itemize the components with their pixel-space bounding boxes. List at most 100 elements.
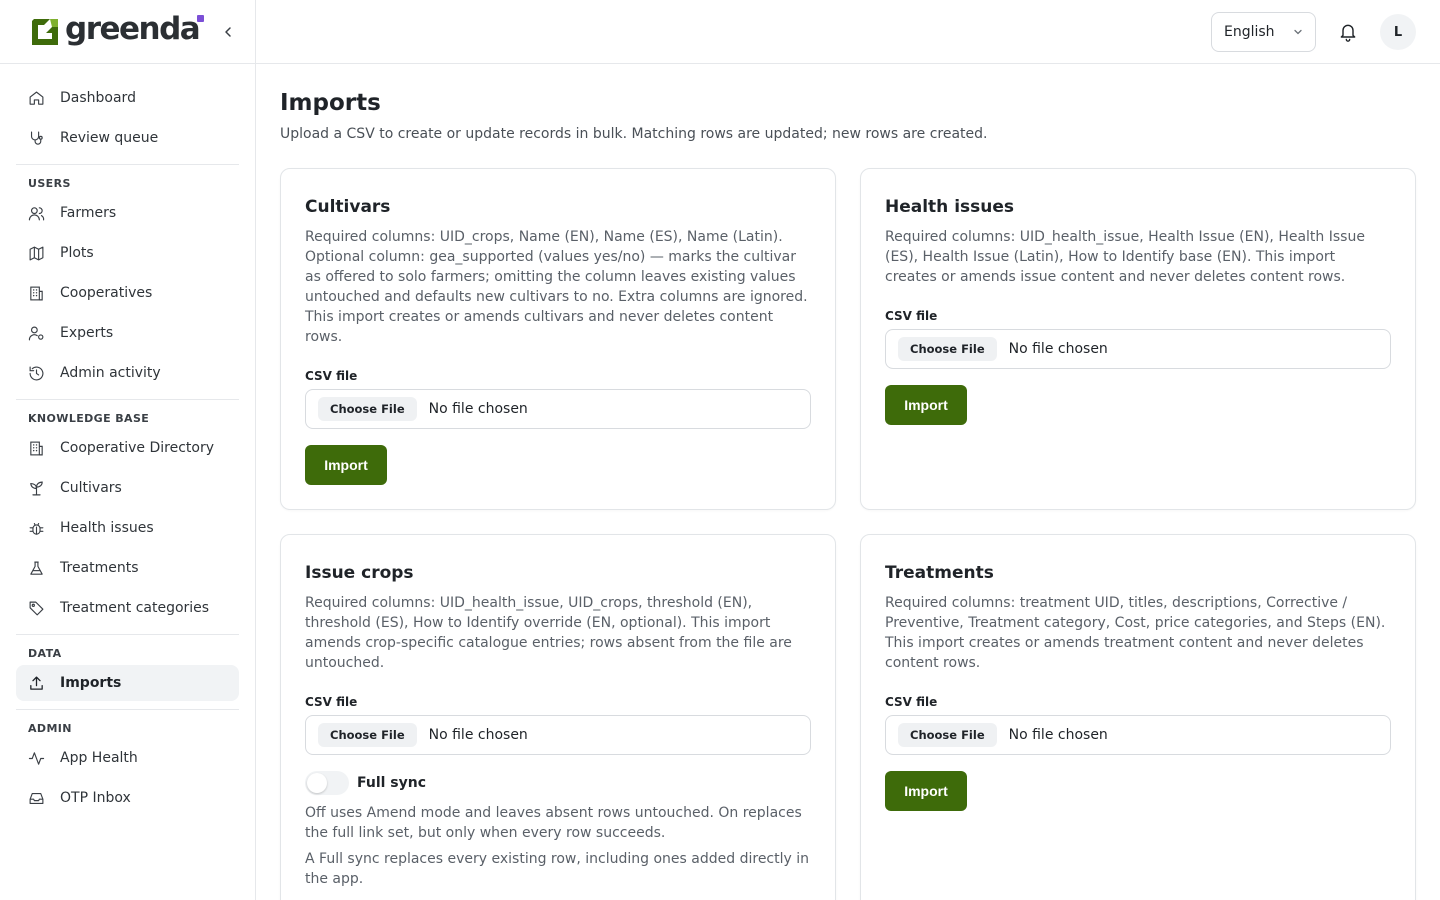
brand-header: greenda: [0, 0, 255, 64]
sidebar-nav: Dashboard Review queue USERS Farmers Plo…: [0, 64, 255, 816]
sidebar-item-treatment-categories[interactable]: Treatment categories: [16, 590, 239, 626]
issue-crops-file-input[interactable]: Choose File No file chosen: [305, 715, 811, 755]
avatar[interactable]: L: [1380, 14, 1416, 50]
file-status: No file chosen: [428, 727, 528, 743]
csv-file-label: CSV file: [305, 369, 358, 383]
card-title: Treatments: [885, 563, 994, 583]
sidebar-item-dashboard[interactable]: Dashboard: [16, 80, 239, 116]
sidebar-item-label: Farmers: [60, 205, 117, 221]
sidebar-item-label: Dashboard: [60, 90, 136, 106]
card-description: Required columns: UID_health_issue, UID_…: [305, 595, 792, 671]
bug-icon: [29, 522, 44, 535]
brand-name: greenda: [65, 11, 201, 47]
sidebar-item-label: Cooperative Directory: [60, 440, 214, 456]
tag-icon: [29, 601, 44, 615]
sidebar-item-treatments[interactable]: Treatments: [16, 550, 239, 586]
collapse-sidebar-button[interactable]: [220, 24, 236, 40]
nav-section-data: DATA: [28, 647, 62, 660]
sidebar-item-label: Cultivars: [60, 480, 122, 496]
full-sync-help: Off uses Amend mode and leaves absent ro…: [305, 805, 802, 841]
user-cog-icon: [28, 326, 44, 340]
sidebar-item-farmers[interactable]: Farmers: [16, 195, 239, 231]
card-title: Issue crops: [305, 563, 414, 583]
full-sync-row: Full sync: [305, 771, 811, 795]
nav-divider: [16, 709, 239, 710]
choose-file-button[interactable]: Choose File: [318, 723, 417, 747]
csv-file-label: CSV file: [885, 309, 938, 323]
sidebar-item-label: Admin activity: [60, 365, 161, 381]
file-status: No file chosen: [428, 401, 528, 417]
file-status: No file chosen: [1008, 341, 1108, 357]
sidebar-item-imports[interactable]: Imports: [16, 665, 239, 701]
sidebar-item-admin-activity[interactable]: Admin activity: [16, 355, 239, 391]
sidebar-item-review-queue[interactable]: Review queue: [16, 120, 239, 156]
full-sync-toggle[interactable]: [305, 771, 349, 795]
treatments-file-input[interactable]: Choose File No file chosen: [885, 715, 1391, 755]
csv-file-label: CSV file: [885, 695, 938, 709]
building-icon: [30, 441, 43, 455]
cultivars-import-button[interactable]: Import: [305, 445, 387, 485]
sidebar-item-label: Treatment categories: [60, 600, 210, 616]
map-icon: [29, 246, 44, 260]
sidebar-item-cooperatives[interactable]: Cooperatives: [16, 275, 239, 311]
full-sync-label: Full sync: [357, 775, 427, 791]
chevron-left-icon: [225, 27, 231, 37]
sidebar-item-app-health[interactable]: App Health: [16, 740, 239, 776]
sidebar-item-experts[interactable]: Experts: [16, 315, 239, 351]
nav-section-users: USERS: [28, 177, 71, 190]
choose-file-button[interactable]: Choose File: [318, 397, 417, 421]
cultivars-file-input[interactable]: Choose File No file chosen: [305, 389, 811, 429]
sidebar-item-otp-inbox[interactable]: OTP Inbox: [16, 780, 239, 816]
greenda-logo-icon: [28, 15, 62, 49]
inbox-icon: [29, 792, 44, 804]
bell-icon: [1340, 24, 1356, 42]
choose-file-button[interactable]: Choose File: [898, 723, 997, 747]
sidebar: greenda Dashboard Review queue USERS Far…: [0, 0, 256, 900]
issue-crops-import-card: Issue crops Required columns: UID_health…: [280, 534, 836, 900]
sidebar-item-label: Treatments: [60, 560, 139, 576]
health-issues-import-button[interactable]: Import: [885, 385, 967, 425]
sidebar-item-label: Health issues: [60, 520, 154, 536]
card-description: Required columns: UID_crops, Name (EN), …: [305, 229, 808, 345]
sprout-icon: [30, 481, 43, 495]
notifications-button[interactable]: [1338, 22, 1358, 42]
treatments-import-button[interactable]: Import: [885, 771, 967, 811]
history-icon: [29, 366, 44, 380]
sidebar-item-cooperative-directory[interactable]: Cooperative Directory: [16, 430, 239, 466]
choose-file-button[interactable]: Choose File: [898, 337, 997, 361]
card-description: Required columns: UID_health_issue, Heal…: [885, 229, 1365, 285]
activity-icon: [28, 751, 45, 765]
sidebar-item-label: Experts: [60, 325, 114, 341]
sidebar-item-health-issues[interactable]: Health issues: [16, 510, 239, 546]
treatments-import-card: Treatments Required columns: treatment U…: [860, 534, 1416, 900]
home-icon: [29, 91, 44, 105]
sidebar-item-label: Plots: [60, 245, 94, 261]
sidebar-item-label: App Health: [60, 750, 138, 766]
main-content: Imports Upload a CSV to create or update…: [280, 64, 1416, 900]
chevron-down-icon: [1294, 29, 1302, 35]
file-status: No file chosen: [1008, 727, 1108, 743]
users-icon: [28, 206, 45, 220]
nav-divider: [16, 399, 239, 400]
brand-dot: [197, 15, 204, 22]
flask-icon: [30, 561, 43, 575]
sidebar-item-cultivars[interactable]: Cultivars: [16, 470, 239, 506]
stethoscope-icon: [30, 131, 43, 145]
cultivars-import-card: Cultivars Required columns: UID_crops, N…: [280, 168, 836, 510]
language-select[interactable]: English: [1211, 12, 1316, 52]
health-issues-file-input[interactable]: Choose File No file chosen: [885, 329, 1391, 369]
language-value: English: [1224, 24, 1275, 40]
sidebar-item-label: Imports: [60, 675, 122, 691]
page-subtitle: Upload a CSV to create or update records…: [280, 126, 988, 142]
card-title: Health issues: [885, 197, 1015, 217]
full-sync-warning: A Full sync replaces every existing row,…: [305, 851, 809, 887]
health-issues-import-card: Health issues Required columns: UID_heal…: [860, 168, 1416, 510]
nav-divider: [16, 164, 239, 165]
nav-section-knowledge-base: KNOWLEDGE BASE: [28, 412, 150, 425]
upload-icon: [30, 675, 43, 690]
toggle-knob: [307, 773, 327, 793]
sidebar-item-label: OTP Inbox: [60, 790, 131, 806]
sidebar-item-plots[interactable]: Plots: [16, 235, 239, 271]
page-title: Imports: [280, 90, 381, 116]
csv-file-label: CSV file: [305, 695, 358, 709]
